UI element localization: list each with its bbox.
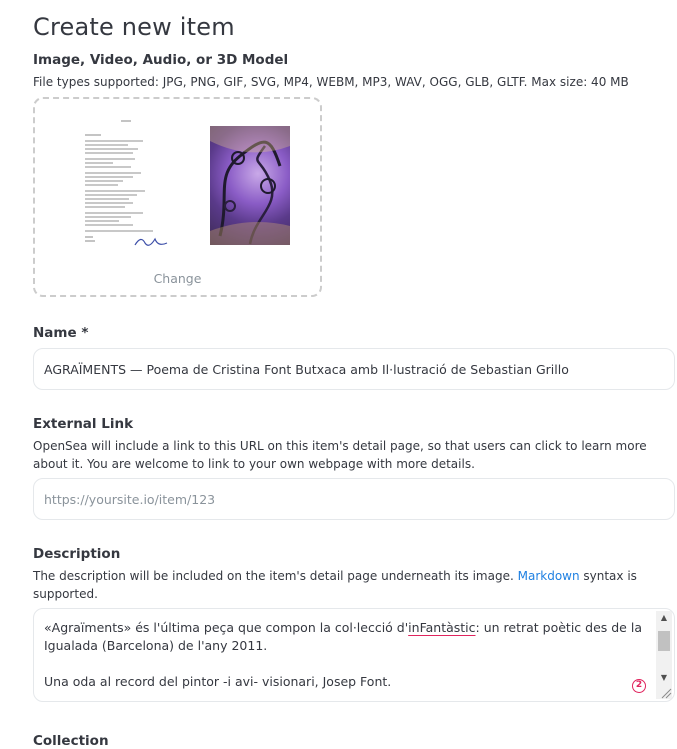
- illustration-thumbnail: [210, 126, 290, 245]
- description-paragraph-2: Una oda al record del pintor -i avi- vis…: [44, 674, 392, 689]
- external-link-input[interactable]: https://yoursite.io/item/123: [33, 478, 675, 520]
- change-media-button[interactable]: Change: [35, 271, 320, 286]
- name-label: Name *: [33, 325, 89, 341]
- description-paragraph-1: «Agraïments» és l'última peça que compon…: [44, 619, 644, 655]
- poem-document-thumbnail: [83, 117, 169, 252]
- media-label: Image, Video, Audio, or 3D Model: [33, 52, 289, 68]
- external-link-label: External Link: [33, 416, 134, 432]
- resize-handle-icon[interactable]: [658, 685, 672, 699]
- description-textarea[interactable]: «Agraïments» és l'última peça que compon…: [33, 608, 675, 702]
- page-title: Create new item: [33, 13, 235, 41]
- spellcheck-count-badge[interactable]: 2: [632, 679, 646, 693]
- scroll-up-arrow-icon[interactable]: ▲: [656, 611, 672, 625]
- scroll-down-arrow-icon[interactable]: ▼: [656, 671, 672, 685]
- name-input-value: AGRAÏMENTS — Poema de Cristina Font Butx…: [44, 361, 569, 377]
- external-link-help: OpenSea will include a link to this URL …: [33, 439, 647, 471]
- scrollbar-thumb[interactable]: [658, 631, 670, 651]
- description-line1-start: «Agraïments» és l'última peça que compon…: [44, 620, 409, 635]
- description-text: «Agraïments» és l'última peça que compon…: [44, 619, 644, 701]
- media-help: File types supported: JPG, PNG, GIF, SVG…: [33, 75, 629, 89]
- media-dropzone[interactable]: Change: [33, 97, 322, 297]
- description-label: Description: [33, 546, 121, 562]
- markdown-link[interactable]: Markdown: [518, 569, 580, 583]
- name-input[interactable]: AGRAÏMENTS — Poema de Cristina Font Butx…: [33, 348, 675, 390]
- create-item-page: Create new item Image, Video, Audio, or …: [0, 0, 677, 749]
- external-link-placeholder: https://yoursite.io/item/123: [44, 491, 216, 507]
- misspelled-word: inFantàstic: [408, 620, 476, 635]
- description-help-text: The description will be included on the …: [33, 569, 518, 583]
- description-help: The description will be included on the …: [33, 567, 663, 603]
